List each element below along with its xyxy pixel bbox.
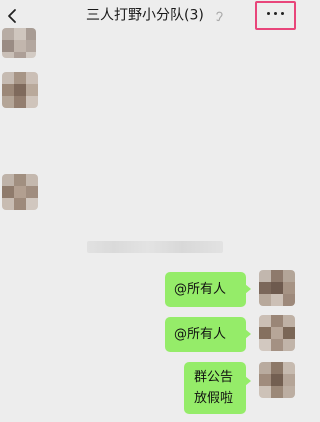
message-text: @所有人 (174, 282, 227, 297)
self-avatar[interactable] (259, 315, 295, 351)
message-text: @所有人 (174, 327, 227, 342)
member-avatar[interactable] (2, 28, 36, 58)
more-dots-icon (257, 12, 294, 15)
chevron-left-icon (8, 9, 16, 23)
more-options-button[interactable] (255, 1, 296, 30)
message-text-line: 群公告 (194, 370, 234, 385)
self-avatar[interactable] (259, 270, 295, 306)
member-avatar[interactable] (2, 72, 38, 108)
outgoing-message-bubble[interactable]: @所有人 (165, 317, 251, 352)
chat-window: 三人打野小分队(3) @所有人 @所有人 群公告 放假啦 (0, 0, 301, 422)
ear-icon (216, 11, 223, 21)
chat-title: 三人打野小分队(3) (86, 7, 204, 24)
blurred-system-notice (87, 241, 223, 253)
member-avatar[interactable] (2, 174, 38, 210)
chat-header: 三人打野小分队(3) (0, 0, 301, 34)
outgoing-message-bubble[interactable]: @所有人 (165, 272, 251, 307)
chat-title-area: 三人打野小分队(3) (60, 5, 250, 27)
message-text-line: 放假啦 (194, 391, 234, 406)
self-avatar[interactable] (259, 362, 295, 398)
outgoing-message-bubble[interactable]: 群公告 放假啦 (184, 362, 251, 414)
